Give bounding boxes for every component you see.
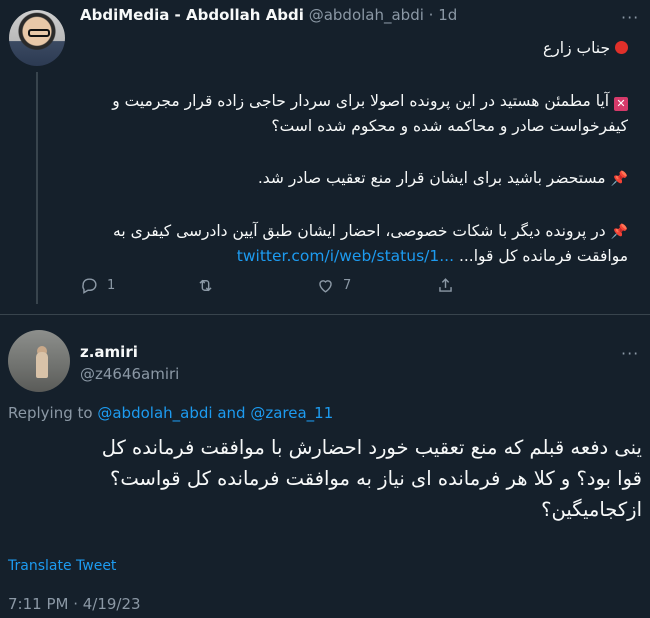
retweet-button[interactable]	[196, 276, 223, 295]
tweet-line: 📌 مستحضر باشید برای ایشان قرار منع تعقیب…	[258, 166, 628, 192]
pin-icon: 📌	[610, 171, 628, 187]
display-name[interactable]: AbdiMedia - Abdollah Abdi	[80, 6, 304, 24]
thread-line	[36, 72, 38, 304]
anger-x-icon: ✕	[614, 97, 628, 111]
avatar[interactable]	[8, 330, 70, 392]
mention-link[interactable]: @zarea_11	[250, 404, 333, 422]
tweet-line: ✕ آیا مطمئن هستید در این پرونده اصولا بر…	[112, 89, 628, 114]
tweet-line: موافقت فرمانده کل قوا... twitter.com/i/w…	[236, 247, 628, 265]
tweet-line: کیفرخواست صادر و محاکمه شده و محکوم شده …	[271, 117, 628, 135]
more-icon[interactable]: ···	[621, 344, 639, 363]
pin-icon: 📌	[610, 224, 628, 240]
like-button[interactable]: 7	[316, 276, 351, 295]
reply-body: ینی دفعه قبلم که منع تعقیب خورد احضارش ب…	[101, 436, 642, 521]
retweet-icon	[199, 279, 212, 292]
share-icon	[439, 278, 452, 292]
timestamp[interactable]: · 1d	[429, 6, 458, 24]
tweet-line: 📌 در پرونده دیگر با شکات خصوصی، احضار ای…	[113, 219, 628, 245]
share-button[interactable]	[436, 276, 463, 295]
status-link[interactable]: twitter.com/i/web/status/1...	[237, 247, 454, 265]
reply-icon	[82, 278, 97, 294]
translate-button[interactable]: Translate Tweet	[8, 558, 116, 574]
handle[interactable]: @z4646amiri	[80, 365, 179, 383]
tweet-header: AbdiMedia - Abdollah Abdi @abdolah_abdi …	[80, 6, 457, 24]
more-icon[interactable]: ···	[621, 8, 639, 27]
mention-link[interactable]: @abdolah_abdi	[97, 404, 212, 422]
handle[interactable]: @abdolah_abdi	[309, 6, 424, 24]
tweet-line: جناب زارع	[543, 36, 628, 61]
like-icon	[319, 280, 332, 293]
replying-to: Replying to @abdolah_abdi and @zarea_11	[8, 404, 334, 422]
tweet-actions: 1 7	[80, 276, 480, 300]
glasses-icon	[28, 29, 50, 37]
timestamp[interactable]: 7:11 PM · 4/19/23	[8, 595, 141, 613]
display-name[interactable]: z.amiri	[80, 343, 138, 361]
reply-button[interactable]: 1	[80, 276, 115, 295]
avatar[interactable]	[9, 10, 65, 66]
divider	[0, 314, 650, 315]
parent-tweet[interactable]: AbdiMedia - Abdollah Abdi @abdolah_abdi …	[0, 0, 650, 314]
red-circle-icon	[615, 41, 628, 54]
